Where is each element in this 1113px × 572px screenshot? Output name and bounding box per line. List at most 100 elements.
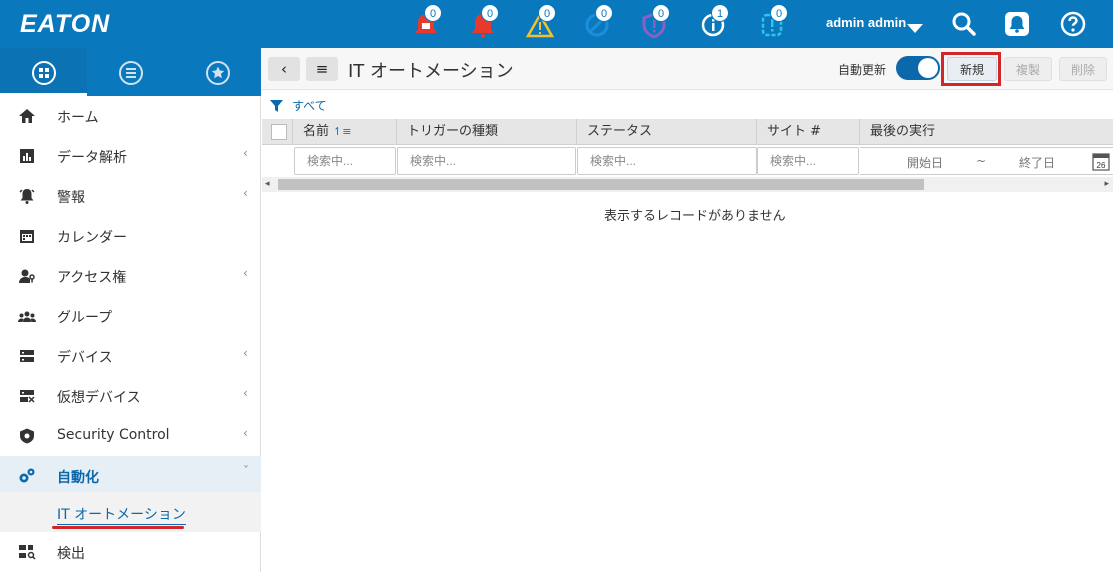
bell-icon[interactable] [1004, 11, 1030, 37]
notification-count: 0 [770, 4, 788, 22]
top-bar: EATON 0 0 0 0 0 1 0 admin admin [0, 0, 1113, 48]
filter-icon[interactable] [270, 100, 283, 112]
sidebar-item-label: 仮想デバイス [57, 390, 141, 406]
highlight-box [941, 52, 1001, 86]
sort-icon[interactable]: ↿≡ [333, 125, 351, 138]
select-all-cell [262, 119, 293, 145]
filter-bar: すべて [262, 92, 1113, 118]
tab-favorites[interactable] [174, 48, 261, 96]
calendar-icon [20, 230, 34, 243]
chevron-left-icon: ‹ [243, 386, 248, 400]
chevron-down-icon: ˇ [243, 464, 249, 478]
disabled-notification[interactable]: 0 [581, 4, 613, 40]
alarm-notification[interactable]: 0 [467, 4, 499, 40]
highlight-underline [52, 526, 184, 529]
sidebar-item-label: グループ [57, 310, 113, 326]
delete-button[interactable]: 削除 [1059, 57, 1107, 81]
back-button[interactable]: ‹ [268, 57, 300, 81]
list-icon [119, 61, 143, 85]
calendar-icon[interactable]: 26 [1092, 151, 1110, 171]
start-date-field[interactable]: 開始日 [907, 154, 943, 171]
star-icon [206, 61, 230, 85]
sidebar: ホーム データ解析 ‹ 警報 ‹ カレンダー アクセス権 ‹ グループ デバイス… [0, 96, 261, 572]
alarm-icon [19, 189, 35, 204]
sidebar-item-home[interactable]: ホーム [0, 96, 261, 136]
sidebar-item-alarms[interactable]: 警報 ‹ [0, 176, 261, 216]
sidebar-item-discover[interactable]: 検出 [0, 532, 261, 572]
notification-count: 0 [481, 4, 499, 22]
menu-toggle-button[interactable]: ≡ [306, 57, 338, 81]
sidebar-item-groups[interactable]: グループ [0, 296, 261, 336]
end-date-field[interactable]: 終了日 [1019, 154, 1055, 171]
column-header-status[interactable]: ステータス [577, 119, 757, 145]
sidebar-item-label: デバイス [57, 350, 113, 366]
notification-count: 0 [538, 4, 556, 22]
chevron-left-icon: ‹ [243, 346, 248, 360]
sidebar-item-calendar[interactable]: カレンダー [0, 216, 261, 256]
auto-refresh-label: 自動更新 [838, 63, 887, 77]
search-status-input[interactable]: 検索中... [577, 147, 757, 175]
sidebar-item-label: 検出 [57, 546, 85, 562]
sidebar-item-virtual-devices[interactable]: 仮想デバイス ‹ [0, 376, 261, 416]
sidebar-item-automation[interactable]: 自動化 ˇ [0, 456, 261, 496]
column-header-site[interactable]: サイト # [757, 119, 860, 145]
column-header-trigger[interactable]: トリガーの種類 [397, 119, 577, 145]
column-header-name[interactable]: 名前 ↿≡ [293, 119, 397, 145]
search-site-input[interactable]: 検索中... [757, 147, 859, 175]
alarm-locked-notification[interactable]: 0 [410, 4, 442, 40]
server-icon [20, 350, 34, 362]
search-name-input[interactable]: 検索中... [294, 147, 396, 175]
scrollbar-thumb[interactable] [278, 179, 924, 190]
chevron-left-icon: ‹ [243, 426, 248, 440]
column-label: サイト # [767, 124, 822, 139]
select-all-checkbox[interactable] [271, 124, 287, 140]
column-label: 最後の実行 [870, 124, 936, 139]
date-range-filter[interactable]: 開始日 ~ 終了日 26 [860, 147, 1113, 175]
shield-notification[interactable]: 0 [638, 4, 670, 40]
column-label: トリガーの種類 [407, 124, 499, 139]
discover-icon [19, 545, 36, 560]
help-icon[interactable] [1060, 11, 1086, 37]
chevron-left-icon: ‹ [243, 186, 248, 200]
notification-count: 0 [424, 4, 442, 22]
column-header-last-run[interactable]: 最後の実行 [860, 119, 1113, 145]
sidebar-item-devices[interactable]: デバイス ‹ [0, 336, 261, 376]
page-title: IT オートメーション [348, 61, 514, 82]
shield-icon [20, 428, 34, 444]
eaton-logo[interactable]: EATON [20, 10, 110, 39]
auto-refresh-toggle[interactable] [896, 56, 940, 80]
search-trigger-input[interactable]: 検索中... [397, 147, 576, 175]
sidebar-item-label: 警報 [57, 190, 85, 206]
sidebar-item-data-analysis[interactable]: データ解析 ‹ [0, 136, 261, 176]
user-menu[interactable]: admin admin [826, 15, 906, 30]
sidebar-item-access[interactable]: アクセス権 ‹ [0, 256, 261, 296]
scroll-right-icon[interactable]: ▸ [1104, 177, 1109, 192]
sidebar-item-label: 自動化 [57, 470, 99, 486]
notification-count: 0 [595, 4, 613, 22]
tab-list[interactable] [87, 48, 174, 96]
notification-count: 1 [711, 4, 729, 22]
copy-button[interactable]: 複製 [1004, 57, 1052, 81]
notification-count: 0 [652, 4, 670, 22]
chevron-down-icon[interactable] [907, 24, 923, 33]
filter-all-link[interactable]: すべて [292, 97, 327, 114]
home-icon [19, 109, 35, 123]
scroll-left-icon[interactable]: ◂ [265, 177, 270, 192]
column-label: 名前 [303, 124, 330, 139]
event-notification[interactable]: 0 [756, 4, 788, 40]
tab-menu[interactable] [0, 48, 87, 96]
sidebar-item-security-control[interactable]: Security Control ‹ [0, 416, 261, 456]
date-separator: ~ [976, 154, 987, 168]
warning-notification[interactable]: 0 [524, 4, 556, 40]
info-notification[interactable]: 1 [697, 4, 729, 40]
sidebar-subitem-label: IT オートメーション [57, 504, 186, 525]
column-label: ステータス [587, 124, 653, 139]
user-key-icon [19, 269, 35, 283]
sidebar-item-label: カレンダー [57, 230, 127, 246]
sidebar-item-label: データ解析 [57, 150, 127, 166]
virtual-device-icon [20, 390, 35, 403]
search-icon[interactable] [951, 11, 977, 37]
chevron-left-icon: ‹ [243, 266, 248, 280]
horizontal-scrollbar[interactable]: ◂ ▸ [262, 177, 1113, 192]
calendar-day: 26 [1097, 161, 1106, 170]
